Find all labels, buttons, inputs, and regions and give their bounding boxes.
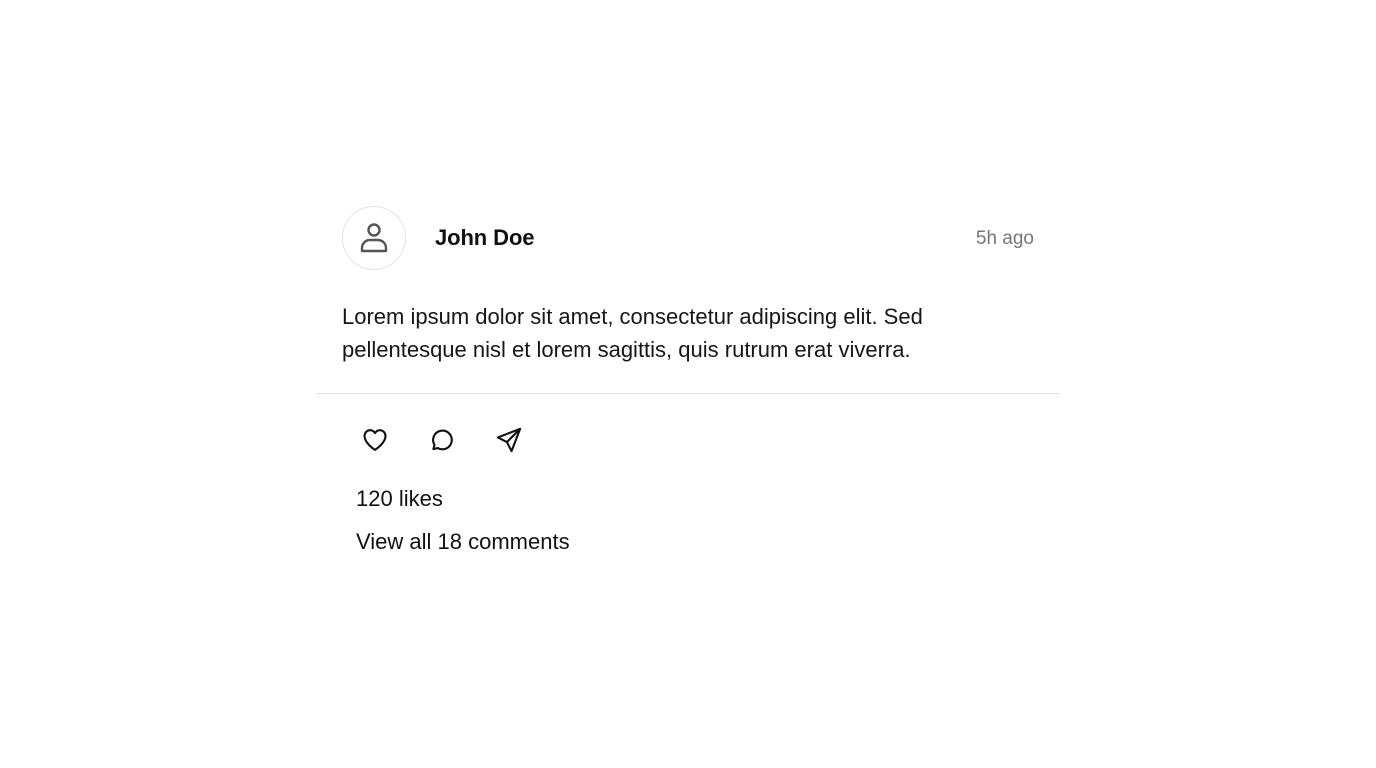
heart-icon <box>363 429 387 451</box>
author-name[interactable]: John Doe <box>435 225 535 251</box>
comment-icon <box>432 429 453 451</box>
post-timestamp: 5h ago <box>975 228 1034 249</box>
user-icon <box>360 223 388 253</box>
share-button[interactable] <box>492 423 526 457</box>
send-icon <box>496 427 522 453</box>
view-comments-link[interactable]: View all 18 comments <box>356 528 1060 556</box>
post-card: John Doe 5h ago Lorem ipsum dolor sit am… <box>316 206 1060 556</box>
like-button[interactable] <box>358 423 392 457</box>
post-header: John Doe 5h ago <box>342 206 1034 272</box>
divider <box>316 393 1060 394</box>
post-actions <box>358 424 1060 456</box>
avatar[interactable] <box>342 206 406 270</box>
likes-count: 120 likes <box>356 486 443 511</box>
comment-button[interactable] <box>425 423 459 457</box>
post-text: Lorem ipsum dolor sit amet, consectetur … <box>342 304 923 362</box>
